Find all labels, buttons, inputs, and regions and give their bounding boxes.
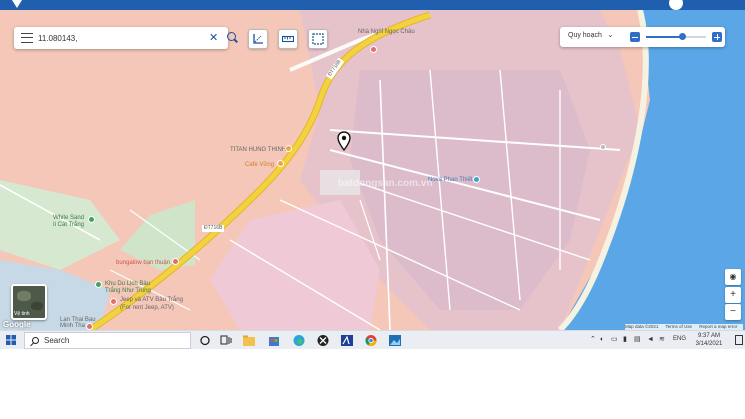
poi-white-sand-icon[interactable] [88, 216, 95, 223]
map-label-bungalow: bungalow bạn thuận [116, 260, 171, 266]
map-label-white-sand-2: Ii Cát Trắng [53, 222, 85, 228]
search-input[interactable] [38, 31, 198, 45]
screen: Nhà Nghỉ Ngọc Châu ĐT716B TITAN HUNG THI… [0, 0, 745, 419]
close-icon[interactable]: ✕ [209, 31, 218, 45]
taskbar-search[interactable]: Search [24, 332, 191, 349]
tray-app-icon[interactable]: ◐ [600, 336, 604, 344]
map-data-text: Map data ©2021 [625, 324, 659, 329]
report-error-link[interactable]: Report a map error [699, 324, 737, 329]
map-canvas[interactable]: Nhà Nghỉ Ngọc Châu ĐT716B TITAN HUNG THI… [0, 10, 745, 330]
app-logo-icon[interactable] [12, 0, 22, 8]
xbox-icon[interactable] [316, 334, 330, 347]
map-label-khu-du-lich-2: Trắng Như Trung [105, 288, 151, 294]
map-pin-icon[interactable] [337, 131, 351, 151]
map-label-cafe: Cafe Vững [245, 162, 275, 168]
terms-link[interactable]: Terms of Use [666, 324, 693, 329]
ruler-button[interactable] [278, 29, 298, 49]
zoom-in-button[interactable]: + [725, 287, 741, 303]
clock-time: 9:37 AM [697, 333, 720, 339]
store-icon[interactable] [267, 334, 281, 347]
app-blue-icon[interactable] [340, 334, 354, 347]
chrome-icon[interactable] [364, 334, 378, 347]
poi-thai-bau-icon[interactable] [86, 323, 93, 330]
task-view-icon[interactable] [219, 334, 233, 347]
map-label-nova: Nova Phan Thiết [428, 177, 473, 183]
poi-khu-du-lich-icon[interactable] [95, 281, 102, 288]
opacity-increase-button[interactable] [712, 32, 722, 42]
map-label-nha-nghi: Nhà Nghỉ Ngọc Châu [358, 29, 415, 35]
layer-panel: Quy hoạch ⌄ [560, 27, 725, 47]
zoom-out-button[interactable]: − [725, 304, 741, 320]
file-explorer-icon[interactable] [242, 334, 256, 347]
poi-shop-icon[interactable] [285, 145, 292, 152]
search-icon [32, 337, 39, 344]
taskbar-search-label: Search [44, 336, 70, 345]
google-logo: Google [3, 320, 31, 329]
opacity-slider[interactable] [646, 33, 706, 40]
tray-drive-icon[interactable]: ▭ [611, 336, 618, 344]
search-icon[interactable] [227, 32, 236, 41]
measure-angle-button[interactable] [248, 29, 268, 49]
tray-battery-icon[interactable]: ▮ [623, 336, 627, 344]
opacity-slider-thumb[interactable] [678, 33, 686, 40]
poi-cafe-icon[interactable] [277, 160, 284, 167]
area-select-button[interactable] [308, 29, 328, 49]
user-avatar[interactable] [669, 0, 683, 10]
poi-nova-icon[interactable] [473, 176, 480, 183]
opacity-slider-fill [646, 36, 682, 38]
notification-icon[interactable] [735, 335, 743, 345]
map-label-jeep-2: (For rent Jeep, ATV) [120, 305, 174, 311]
tray-network-icon[interactable]: ▤ [634, 336, 641, 344]
taskbar: Search ⌃ ◐ ▭ ▮ ▤ ◄ ≋ ENG 9:37 AM 3/14/20… [0, 330, 745, 349]
poi-bungalow-icon[interactable] [172, 258, 179, 265]
poi-hotel-icon[interactable] [370, 46, 377, 53]
locate-me-button[interactable]: ◉ [725, 269, 741, 285]
satellite-toggle[interactable]: Vệ tinh [11, 284, 47, 320]
input-language[interactable]: ENG [673, 336, 686, 342]
opacity-decrease-button[interactable] [630, 32, 640, 42]
cortana-icon[interactable] [198, 334, 212, 347]
search-box: ✕ [14, 27, 236, 49]
app-header [0, 0, 745, 10]
poi-marker-icon[interactable] [600, 144, 606, 150]
poi-jeep-icon[interactable] [110, 298, 117, 305]
chevron-down-icon[interactable]: ⌄ [607, 30, 614, 39]
edge-icon[interactable] [292, 334, 306, 347]
photos-icon[interactable] [388, 334, 402, 347]
satellite-label: Vệ tinh [14, 311, 30, 317]
map-label-khu-du-lich-1: Khu Du Lịch Bàu [105, 281, 151, 287]
tray-wifi-icon[interactable]: ≋ [659, 336, 665, 344]
map-label-road-2: ĐT716B [202, 225, 225, 232]
map-label-white-sand-1: White Sand [53, 215, 85, 221]
windows-start-icon[interactable] [6, 335, 16, 345]
tray-chevron-icon[interactable]: ⌃ [590, 336, 596, 344]
map-label-titan: TITAN HUNG THINH [230, 147, 287, 153]
tray-volume-icon[interactable]: ◄ [647, 336, 654, 344]
map-label-jeep-1: Jeep và ATV Bàu Trắng [120, 297, 183, 303]
measure-angle-icon [253, 34, 263, 44]
menu-icon[interactable] [21, 33, 33, 43]
ruler-icon [282, 35, 294, 43]
layer-select-value[interactable]: Quy hoạch [568, 32, 602, 39]
area-select-icon [312, 33, 324, 45]
clock[interactable]: 9:37 AM 3/14/2021 [693, 332, 725, 348]
watermark: batdongsan.com.vn [338, 178, 433, 189]
clock-date: 3/14/2021 [695, 341, 723, 347]
map-label-thai-bau-2: Minh Tha [60, 323, 85, 329]
